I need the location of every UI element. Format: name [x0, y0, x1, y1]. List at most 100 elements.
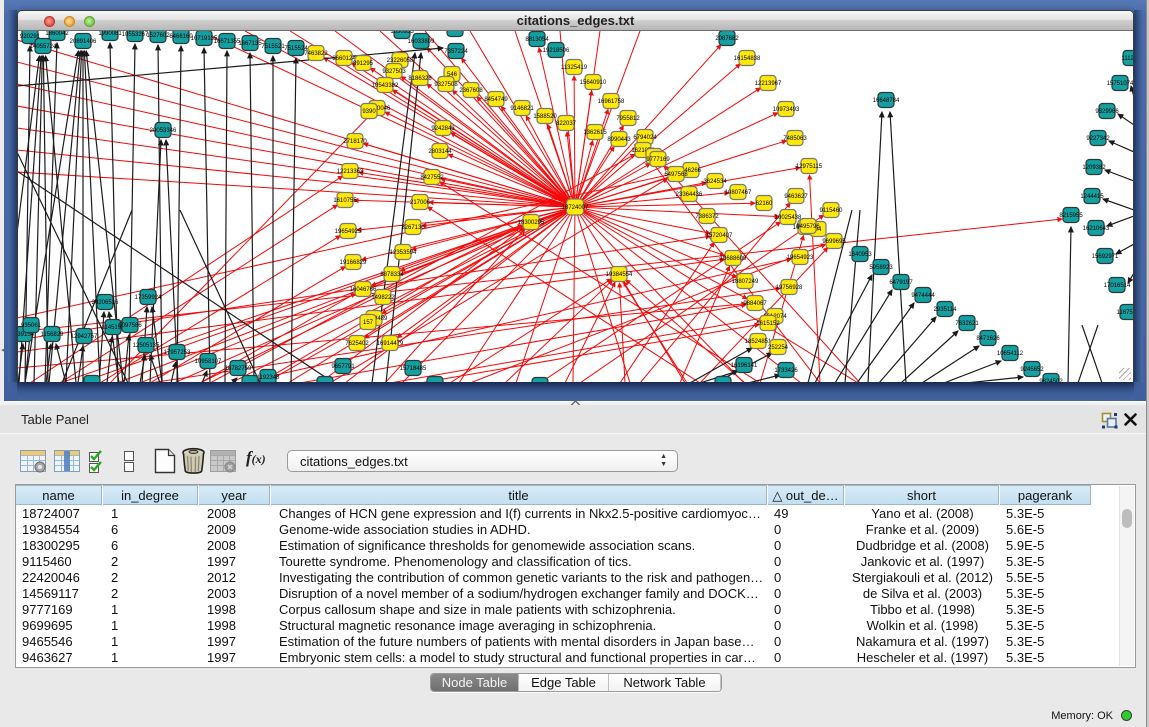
svg-text:20206516: 20206516 [92, 300, 119, 306]
svg-text:12975115: 12975115 [796, 164, 823, 170]
svg-text:9329966: 9329966 [1095, 109, 1119, 115]
svg-text:10807467: 10807467 [725, 190, 752, 196]
svg-text:10553267: 10553267 [122, 32, 149, 38]
svg-text:2935114: 2935114 [934, 307, 958, 313]
svg-text:14055724: 14055724 [30, 44, 57, 50]
svg-text:1588520: 1588520 [533, 114, 557, 120]
svg-text:10654112: 10654112 [997, 351, 1024, 357]
svg-text:17359924: 17359924 [135, 295, 162, 301]
svg-text:20053346: 20053346 [150, 128, 177, 134]
svg-text:8186328: 8186328 [408, 76, 432, 82]
svg-text:6479197: 6479197 [889, 280, 913, 286]
svg-text:8215955: 8215955 [1059, 213, 1083, 219]
svg-text:8427552: 8427552 [420, 175, 444, 181]
svg-text:9327508: 9327508 [434, 82, 458, 88]
svg-text:16210643: 16210643 [1083, 226, 1110, 232]
svg-text:8878334: 8878334 [380, 272, 404, 278]
svg-text:15718485: 15718485 [400, 366, 427, 372]
svg-text:6497568: 6497568 [664, 172, 688, 178]
svg-text:9245652: 9245652 [1020, 367, 1044, 373]
svg-text:2087682: 2087682 [715, 36, 739, 42]
svg-text:822037: 822037 [556, 121, 577, 127]
svg-text:16196141: 16196141 [731, 363, 758, 369]
svg-text:1362615: 1362615 [583, 130, 607, 136]
svg-text:9657791: 9657791 [331, 364, 355, 370]
svg-text:19654923: 19654923 [787, 255, 814, 261]
svg-text:9115460: 9115460 [820, 208, 844, 214]
svg-text:9884067: 9884067 [743, 301, 767, 307]
svg-text:16961758: 16961758 [598, 99, 625, 105]
svg-text:12353594: 12353594 [390, 250, 417, 256]
svg-text:10025438: 10025438 [775, 215, 802, 221]
svg-text:9242843: 9242843 [431, 126, 455, 132]
svg-text:16154838: 16154838 [734, 56, 761, 62]
svg-text:15751074: 15751074 [1107, 81, 1133, 87]
svg-text:1733426: 1733426 [774, 368, 798, 374]
svg-text:1209382: 1209382 [1082, 165, 1106, 171]
svg-text:15720407: 15720407 [706, 233, 733, 239]
svg-text:15692971: 15692971 [1092, 254, 1119, 260]
svg-text:12505135: 12505135 [133, 343, 160, 349]
svg-text:7357224: 7357224 [444, 49, 468, 55]
svg-text:1244415: 1244415 [1080, 194, 1104, 200]
svg-text:8471626: 8471626 [976, 336, 1000, 342]
svg-text:12942757: 12942757 [71, 334, 98, 340]
svg-text:1640953: 1640953 [848, 252, 872, 258]
svg-text:6794024: 6794024 [633, 135, 657, 141]
svg-text:7463822: 7463822 [304, 51, 328, 57]
svg-text:19756928: 19756928 [776, 285, 803, 291]
svg-text:16648784: 16648784 [873, 98, 900, 104]
svg-text:9097586: 9097586 [118, 323, 142, 329]
svg-text:10688609: 10688609 [720, 256, 747, 262]
svg-text:10973493: 10973493 [773, 107, 800, 113]
svg-text:18724007: 18724007 [562, 205, 589, 211]
svg-text:9146821: 9146821 [510, 106, 534, 112]
svg-text:3624534: 3624534 [703, 179, 727, 185]
svg-text:1615152: 1615152 [756, 321, 780, 327]
svg-text:12213363: 12213363 [337, 169, 364, 175]
svg-text:1167533: 1167533 [1117, 310, 1133, 316]
svg-text:7625402: 7625402 [345, 341, 369, 347]
svg-text:19654925: 19654925 [335, 229, 362, 235]
svg-text:7386372: 7386372 [695, 214, 719, 220]
svg-text:9463627: 9463627 [784, 194, 808, 200]
svg-text:1156829: 1156829 [41, 332, 65, 338]
svg-text:7515521: 7515521 [261, 44, 285, 50]
svg-text:16914479: 16914479 [377, 341, 404, 347]
svg-text:10958107: 10958107 [195, 359, 222, 365]
svg-text:111271: 111271 [1121, 56, 1133, 62]
svg-text:23364436: 23364436 [676, 192, 703, 198]
svg-text:1610755: 1610755 [333, 198, 357, 204]
svg-text:935061: 935061 [21, 323, 42, 329]
svg-text:16033809: 16033809 [408, 39, 435, 45]
svg-text:17957253: 17957253 [164, 350, 191, 356]
svg-text:9390: 9390 [362, 109, 376, 115]
svg-text:8813054: 8813054 [525, 37, 549, 43]
svg-text:15640910: 15640910 [580, 80, 607, 86]
svg-text:1667135: 1667135 [238, 41, 262, 47]
svg-text:18807249: 18807249 [732, 279, 759, 285]
svg-text:252254: 252254 [768, 345, 789, 351]
svg-text:10543382: 10543382 [372, 83, 399, 89]
svg-text:5958923: 5958923 [869, 265, 893, 271]
svg-text:9824502: 9824502 [1039, 379, 1063, 382]
svg-text:9327503: 9327503 [382, 69, 406, 75]
svg-text:9227342: 9227342 [1086, 136, 1110, 142]
svg-text:2718170: 2718170 [343, 139, 367, 145]
svg-text:16782759: 16782759 [225, 366, 252, 372]
svg-text:7955812: 7955812 [616, 116, 640, 122]
svg-text:9699695: 9699695 [822, 239, 846, 245]
svg-text:18300295: 18300295 [518, 220, 545, 226]
svg-text:12213967: 12213967 [755, 81, 782, 87]
svg-text:19384554: 19384554 [606, 272, 633, 278]
svg-text:7515524: 7515524 [284, 46, 308, 52]
svg-text:19218506: 19218506 [543, 48, 570, 54]
svg-text:1498222: 1498222 [371, 295, 395, 301]
svg-text:8990443: 8990443 [607, 137, 631, 143]
svg-text:7485063: 7485063 [783, 136, 807, 142]
svg-text:8454749: 8454749 [484, 97, 508, 103]
svg-text:62160: 62160 [756, 201, 773, 207]
svg-text:157: 157 [363, 320, 374, 326]
svg-text:11325419: 11325419 [561, 65, 588, 71]
svg-text:19166829: 19166829 [340, 260, 367, 266]
